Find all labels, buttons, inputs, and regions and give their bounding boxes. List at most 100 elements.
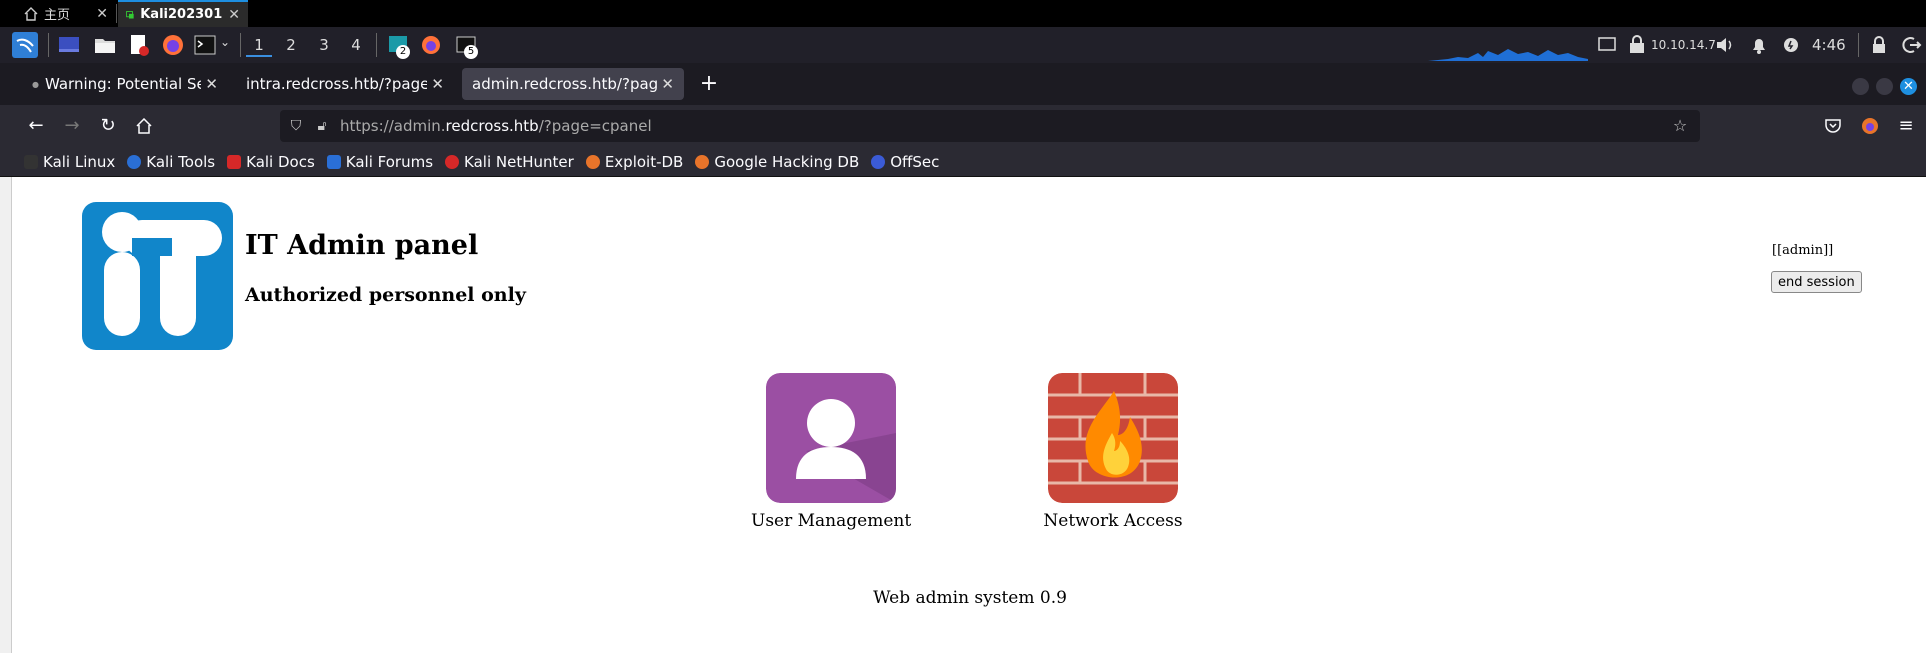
home-icon	[136, 117, 152, 134]
url-text[interactable]: https://admin.redcross.htb/?page=cpanel	[340, 110, 652, 142]
bookmark-label: OffSec	[890, 152, 940, 171]
workspace-3[interactable]: 3	[311, 33, 337, 57]
lock-screen-icon[interactable]	[1868, 34, 1890, 56]
new-tab-button[interactable]: +	[696, 71, 722, 97]
firefox-icon[interactable]	[162, 34, 184, 56]
sidebar-edge	[0, 177, 12, 653]
back-button[interactable]: ←	[24, 114, 48, 138]
insecure-lock-icon[interactable]: 🔓︎	[312, 116, 332, 136]
bookmark-kali-tools[interactable]: Kali Tools	[127, 153, 215, 171]
home-button[interactable]	[132, 114, 156, 138]
shield-icon[interactable]: ⛉	[286, 116, 306, 136]
close-icon[interactable]: ✕	[657, 75, 674, 93]
page-subtitle: Authorized personnel only	[245, 284, 526, 306]
workspace-4[interactable]: 4	[343, 33, 369, 57]
tile-label[interactable]: User Management	[751, 511, 911, 531]
bookmark-label: Kali Linux	[43, 152, 116, 171]
tab-dot-icon: ●	[32, 79, 39, 89]
bookmark-exploit-db[interactable]: Exploit-DB	[585, 152, 684, 171]
exploit-db-icon	[585, 154, 600, 169]
window-count-badge: 5	[464, 45, 478, 59]
divider	[116, 4, 117, 23]
vm-tab-home-label: 主页	[44, 8, 71, 23]
current-user: [[admin]]	[1772, 243, 1834, 258]
bookmark-label: Kali Forums	[345, 152, 434, 171]
close-icon[interactable]: ✕	[201, 75, 218, 93]
bookmark-google-hacking-db[interactable]: Google Hacking DB	[695, 153, 859, 171]
bookmark-offsec[interactable]: OffSec	[871, 153, 939, 171]
desktop-icon[interactable]	[58, 34, 80, 56]
tab-label: admin.redcross.htb/?page=cpanel	[472, 75, 658, 93]
bookmark-label: Exploit-DB	[604, 152, 684, 171]
user-management-tile[interactable]: User Management	[751, 373, 911, 531]
terminal-icon[interactable]	[194, 34, 216, 56]
text-editor-icon[interactable]	[128, 34, 150, 56]
tab-label: Warning: Potential Security Risk Ahead	[44, 75, 202, 93]
bookmark-kali-forums[interactable]: Kali Forums	[326, 152, 434, 171]
volume-icon[interactable]	[1714, 34, 1736, 56]
bookmark-label: Kali NetHunter	[464, 152, 574, 171]
tab-intra-login[interactable]: intra.redcross.htb/?page=login ✕	[236, 68, 454, 100]
ghdb-icon	[695, 154, 710, 169]
window-count-badge: 2	[396, 45, 410, 59]
vm-tab-home[interactable]: 主页 ✕	[16, 0, 116, 27]
folder-icon[interactable]	[94, 34, 116, 56]
pocket-icon[interactable]	[1824, 117, 1842, 135]
bookmark-label: Kali Tools	[146, 152, 216, 171]
clock[interactable]: 4:46	[1812, 27, 1846, 63]
browser-tab-strip: ● Warning: Potential Security Risk Ahead…	[0, 63, 1926, 105]
home-icon	[24, 6, 38, 21]
firewall-icon[interactable]	[1048, 373, 1178, 503]
bookmark-kali-nethunter[interactable]: Kali NetHunter	[445, 153, 574, 171]
workspace-1[interactable]: 1	[246, 33, 272, 57]
tab-admin-cpanel[interactable]: admin.redcross.htb/?page=cpanel ✕	[462, 68, 684, 100]
offsec-icon	[871, 154, 886, 169]
tab-warning[interactable]: ● Warning: Potential Security Risk Ahead…	[22, 68, 228, 100]
close-icon[interactable]: ✕	[427, 75, 444, 93]
bookmark-kali-linux[interactable]: Kali Linux	[24, 153, 115, 171]
power-manager-icon[interactable]	[1780, 34, 1802, 56]
firefox-icon[interactable]	[420, 34, 442, 56]
tile-label[interactable]: Network Access	[1033, 511, 1193, 531]
vm-tab-bar: 主页 ✕ Kali202301 ✕	[0, 0, 1926, 27]
window-close-button[interactable]: ✕	[1900, 78, 1917, 95]
divider	[376, 33, 377, 57]
bookmark-star-icon[interactable]: ☆	[1670, 116, 1690, 136]
kali-tools-icon	[127, 154, 142, 169]
url-bar[interactable]: ⛉ 🔓︎ https://admin.redcross.htb/?page=cp…	[280, 110, 1700, 142]
vm-tab-kali-label: Kali202301	[140, 7, 223, 22]
url-host: redcross.htb	[445, 117, 539, 135]
bell-icon[interactable]	[1748, 34, 1770, 56]
divider	[240, 33, 241, 57]
vm-tab-kali[interactable]: Kali202301 ✕	[118, 0, 248, 27]
footer-version: Web admin system 0.9	[873, 588, 1067, 608]
ip-address: 10.10.14.7	[1651, 38, 1716, 52]
vpn-icon[interactable]	[1626, 34, 1648, 56]
close-icon[interactable]: ✕	[96, 6, 108, 22]
kali-menu-icon[interactable]	[12, 32, 38, 58]
network-access-tile[interactable]: Network Access	[1033, 373, 1193, 531]
reload-button[interactable]: ↻	[96, 114, 120, 138]
page-content: IT Admin panel Authorized personnel only…	[0, 177, 1926, 653]
desktop-panel: ⌄ 1 2 3 4 2 5 10.10.14.7 4:46	[0, 27, 1926, 63]
minimize-button[interactable]	[1852, 78, 1869, 95]
nethunter-icon	[445, 154, 460, 169]
display-icon[interactable]	[1596, 34, 1618, 56]
bookmark-kali-docs[interactable]: Kali Docs	[227, 153, 315, 171]
navigation-bar: ← → ↻ ⛉ 🔓︎ https://admin.redcross.htb/?p…	[0, 105, 1926, 147]
forward-button[interactable]: →	[60, 114, 84, 138]
it-logo	[82, 202, 233, 350]
logout-icon[interactable]	[1900, 34, 1922, 56]
menu-icon[interactable]: ≡	[1894, 114, 1918, 138]
divider	[48, 33, 49, 57]
workspace-2[interactable]: 2	[278, 33, 304, 57]
bookmark-label: Kali Docs	[246, 152, 315, 171]
extension-icon[interactable]	[1860, 116, 1880, 136]
user-icon[interactable]	[766, 373, 896, 503]
bookmarks-toolbar: Kali Linux Kali Tools Kali Docs Kali For…	[0, 147, 1926, 177]
kali-docs-icon	[227, 154, 242, 169]
chevron-down-icon[interactable]: ⌄	[220, 35, 230, 49]
end-session-button[interactable]: end session	[1771, 271, 1862, 293]
maximize-button[interactable]	[1876, 78, 1893, 95]
close-icon[interactable]: ✕	[228, 7, 240, 23]
